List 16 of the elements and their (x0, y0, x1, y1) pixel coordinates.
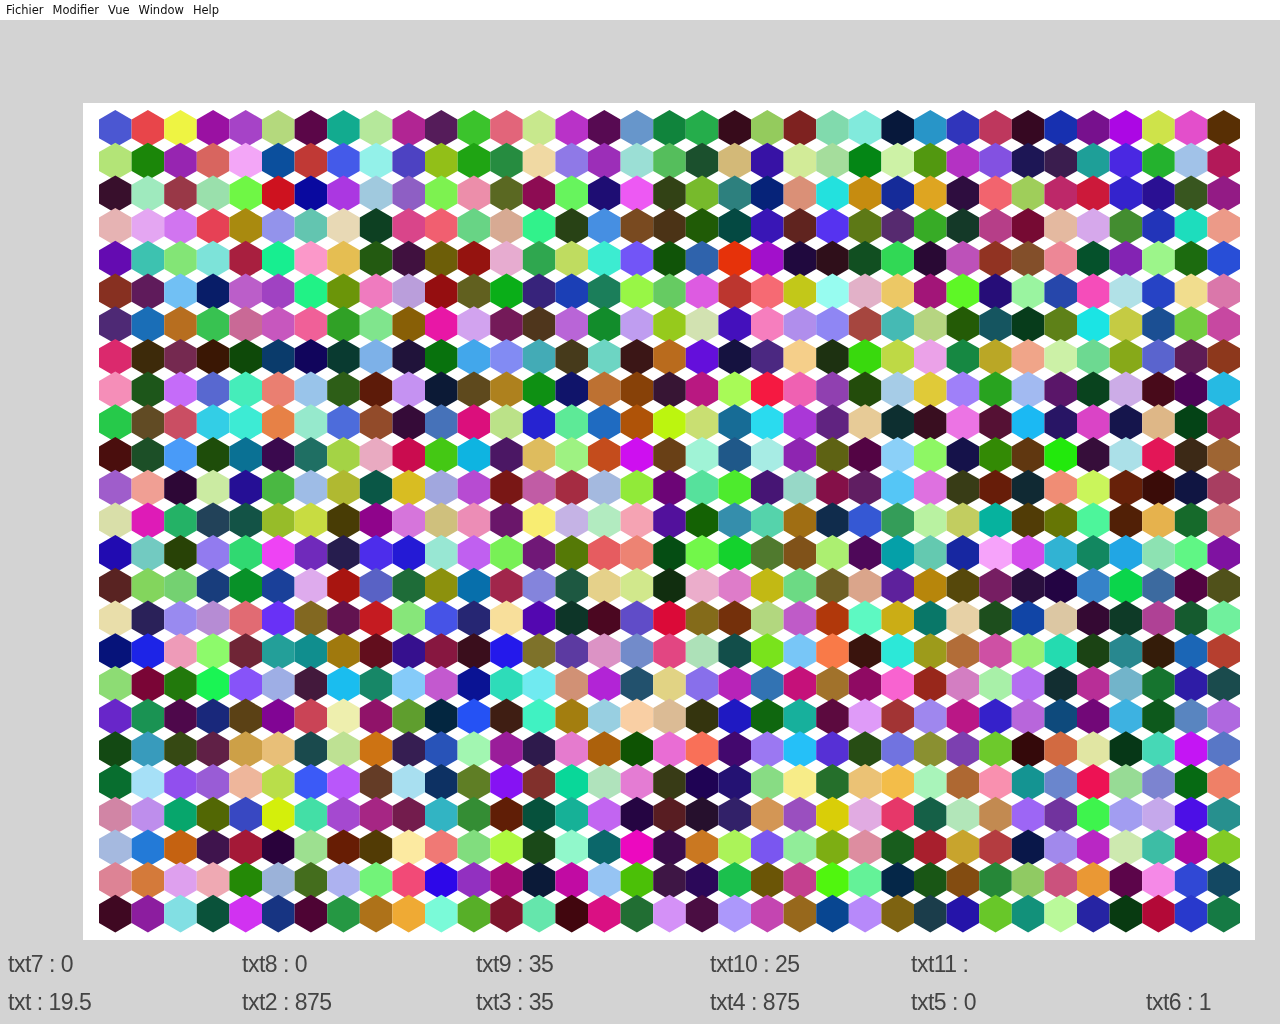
menu-item[interactable]: Help (188, 0, 225, 20)
readout-label: txt10 : 25 (710, 950, 801, 979)
readout-label: txt5 : 0 (911, 988, 978, 1017)
readout-label: txt2 : 875 (242, 988, 333, 1017)
readout-label: txt8 : 0 (242, 950, 309, 979)
readout-label: txt9 : 35 (476, 950, 555, 979)
menu-item[interactable]: Window (134, 0, 189, 20)
readout-label: txt11 : (911, 950, 970, 979)
readout-label: txt3 : 35 (476, 988, 555, 1017)
menu-item[interactable]: Modifier (48, 0, 105, 20)
readout-label: txt6 : 1 (1146, 988, 1213, 1017)
readout-label: txt : 19.5 (8, 988, 93, 1017)
readout-label: txt7 : 0 (8, 950, 75, 979)
menu-item[interactable]: Vue (104, 0, 135, 20)
readout-label: txt4 : 875 (710, 988, 801, 1017)
menu-item[interactable]: Fichier (2, 0, 49, 20)
